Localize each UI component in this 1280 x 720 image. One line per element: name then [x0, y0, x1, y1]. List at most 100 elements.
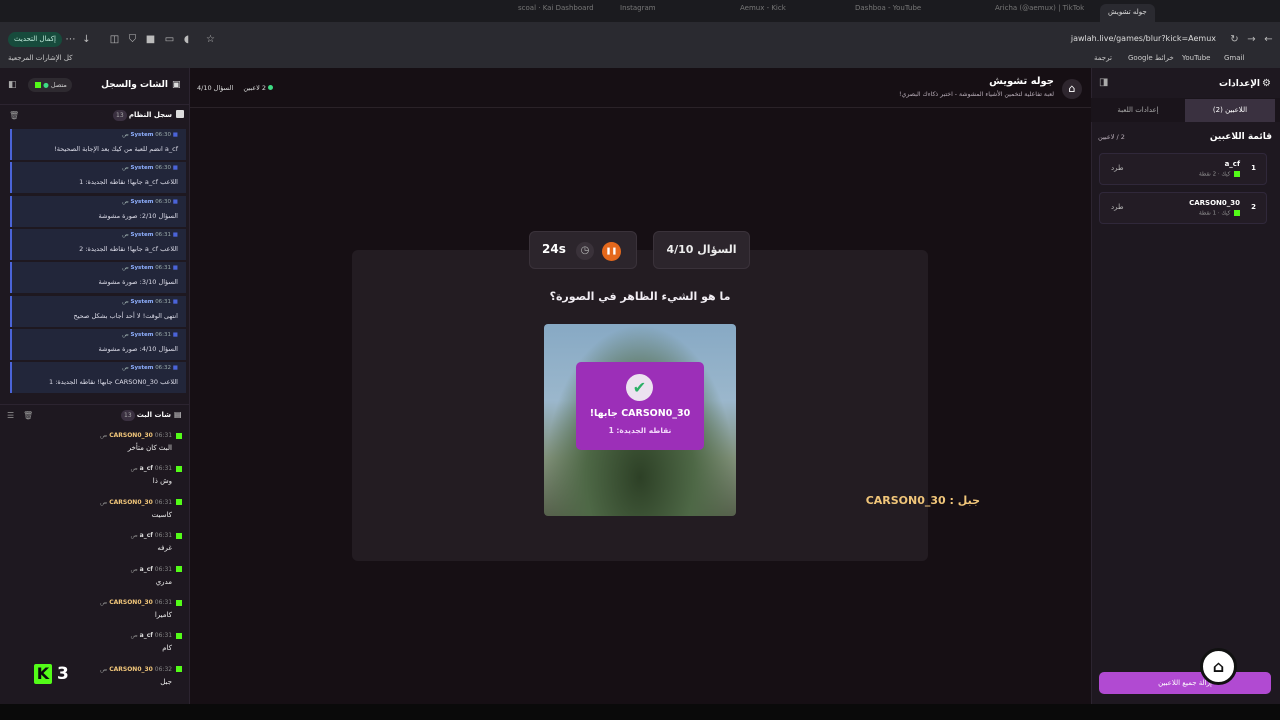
- chat-text: كاميرا: [154, 611, 172, 619]
- browser-tab[interactable]: Aemux - Kick: [740, 4, 786, 22]
- game-title: جوله تشويش: [989, 76, 1054, 87]
- chat-username[interactable]: CARSON0_30: [109, 432, 153, 439]
- pause-button[interactable]: ❚❚: [602, 242, 621, 261]
- players-online: 2 لاعبين: [243, 84, 266, 92]
- player-row: 2 CARSON0_30 كيك · 1 نقطة طرد: [1099, 192, 1267, 224]
- system-message: انتهى الوقت! لا أحد أجاب بشكل صحيح: [73, 311, 179, 320]
- kick-badge-icon: [176, 599, 182, 606]
- chat-message: CARSON0_30 06:31 ص كاسيت: [10, 499, 182, 531]
- kick-player-button[interactable]: طرد: [1111, 203, 1124, 211]
- system-sender: System: [130, 132, 154, 138]
- settings-title: الإعدادات: [1219, 79, 1260, 89]
- kick-logo-icon: K: [34, 664, 52, 684]
- gear-icon: ⚙: [1262, 78, 1271, 89]
- chat-username[interactable]: a_cf: [140, 532, 153, 539]
- audio-icon[interactable]: ◖: [180, 33, 193, 46]
- chat-icon: ▤: [174, 410, 182, 419]
- system-log-item: ■ System 06:31 ص انتهى الوقت! لا أحد أجاب…: [10, 295, 186, 327]
- extensions-icon[interactable]: ◫: [108, 33, 121, 46]
- players-count: 2 / لاعبين: [1098, 133, 1125, 141]
- system-icon: ■: [172, 365, 178, 372]
- divider: [0, 104, 190, 105]
- kick-badge-icon: [176, 666, 182, 673]
- chat-username[interactable]: a_cf: [140, 632, 153, 639]
- forward-icon[interactable]: →: [1245, 33, 1258, 46]
- system-log-item: ■ System 06:30 ص a_cf انضم للعبة من كيك ب…: [10, 129, 186, 160]
- browser-tab[interactable]: Aricha (@aemux) | TikTok: [995, 4, 1084, 22]
- kick-badge-icon: [176, 465, 182, 472]
- divider: [0, 404, 190, 405]
- back-icon[interactable]: ←: [1262, 33, 1275, 46]
- chat-meta: a_cf 06:31 ص: [130, 532, 182, 539]
- kick-badge-icon: [176, 566, 182, 573]
- question-pill: السؤال 4/10: [653, 231, 750, 269]
- chat-username[interactable]: CARSON0_30: [109, 666, 153, 673]
- chat-log-title: الشات والسجل: [101, 80, 168, 90]
- remove-all-players-button[interactable]: إزالة جميع اللاعبين: [1099, 672, 1271, 694]
- system-icon: ■: [172, 298, 178, 305]
- chat-username[interactable]: a_cf: [140, 465, 153, 472]
- collapse-panel-icon[interactable]: ◧: [8, 80, 17, 90]
- status-text: متصل: [50, 81, 67, 89]
- kick-player-button[interactable]: طرد: [1111, 164, 1124, 172]
- connection-status-badge: ● متصل: [28, 78, 72, 92]
- trash-icon[interactable]: 🗑: [9, 111, 19, 120]
- system-icon: ■: [172, 165, 178, 172]
- system-log-meta: ■ System 06:30 ص: [12, 199, 178, 205]
- bookmark-maps[interactable]: Google خرائط: [1128, 54, 1174, 62]
- chat-meta: a_cf 06:31 ص: [130, 632, 182, 639]
- log-icon: [176, 110, 184, 118]
- menu-icon[interactable]: ⋯: [64, 33, 77, 46]
- chat-meta: a_cf 06:31 ص: [130, 566, 182, 573]
- system-log-item: ■ System 06:31 ص السؤال 3/10: صورة مشوشة: [10, 262, 186, 294]
- system-log-meta: ■ System 06:30 ص: [12, 132, 178, 138]
- bookmark-youtube[interactable]: YouTube: [1182, 54, 1210, 62]
- download-icon[interactable]: ↓: [80, 33, 93, 46]
- record-icon[interactable]: ■: [144, 33, 157, 46]
- kick-badge-icon: [1234, 171, 1240, 177]
- winner-text: CARSON0_30 جابها!: [589, 408, 691, 419]
- star-icon[interactable]: ☆: [204, 33, 217, 46]
- tab-game-settings[interactable]: إعدادات اللعبة: [1094, 99, 1182, 122]
- chat-meta: a_cf 06:31 ص: [130, 465, 182, 472]
- kick-badge-icon: [1234, 210, 1240, 216]
- system-message: السؤال 4/10: صورة مشوشة: [98, 344, 178, 353]
- collapse-panel-icon[interactable]: ◨: [1099, 77, 1108, 88]
- filter-icon[interactable]: ☰: [7, 411, 14, 420]
- browser-tab[interactable]: Dashboa - YouTube: [855, 4, 921, 22]
- stream-chat-title: شات البث: [136, 411, 171, 419]
- extension-icon[interactable]: ▭: [163, 33, 176, 46]
- timer-value: 24s: [542, 242, 566, 256]
- bottom-bar: [0, 704, 1280, 720]
- system-log-item: ■ System 06:30 ص السؤال 2/10: صورة مشوشة: [10, 195, 186, 227]
- shield-icon[interactable]: ⛉: [126, 33, 139, 46]
- chat-username[interactable]: CARSON0_30: [109, 499, 153, 506]
- chat-text: كاسيت: [151, 510, 172, 519]
- browser-tab-active[interactable]: جوله تشويش: [1100, 4, 1155, 22]
- system-sender: System: [130, 331, 154, 338]
- bookmark-translate[interactable]: ترجمة: [1094, 54, 1112, 62]
- system-icon: ■: [172, 132, 178, 138]
- tab-players[interactable]: اللاعبين (2): [1185, 99, 1275, 122]
- address-bar[interactable]: jawlah.live/games/blur?kick=Aemux: [222, 31, 1220, 47]
- bookmark-gmail[interactable]: Gmail: [1224, 54, 1244, 62]
- site-logo-icon[interactable]: ⌂: [1200, 648, 1237, 685]
- player-meta: كيك · 1 نقطة: [1199, 210, 1231, 217]
- chat-message: a_cf 06:31 ص غرفه: [10, 532, 182, 564]
- home-icon[interactable]: ⌂: [1062, 79, 1082, 99]
- chat-text: غرفه: [157, 544, 172, 553]
- reload-icon[interactable]: ↻: [1228, 33, 1241, 46]
- chat-username[interactable]: a_cf: [140, 566, 153, 573]
- browser-tab[interactable]: scoal · Kai Dashboard: [518, 4, 594, 22]
- update-button[interactable]: إكمال التحديث: [8, 32, 62, 47]
- system-log-meta: ■ System 06:31 ص: [12, 332, 178, 338]
- kick-badge-icon: [176, 532, 182, 539]
- chat-message: CARSON0_30 06:31 ص كاميرا: [10, 599, 182, 631]
- chat-username[interactable]: CARSON0_30: [109, 599, 153, 606]
- chat-meta: CARSON0_30 06:31 ص: [100, 499, 182, 506]
- bookmark-all[interactable]: كل الإشارات المرجعية: [8, 54, 73, 62]
- browser-tab[interactable]: Instagram: [620, 4, 656, 22]
- system-sender: System: [130, 365, 154, 372]
- chat-meta: CARSON0_30 06:31 ص: [100, 432, 182, 439]
- trash-icon[interactable]: 🗑: [23, 411, 33, 420]
